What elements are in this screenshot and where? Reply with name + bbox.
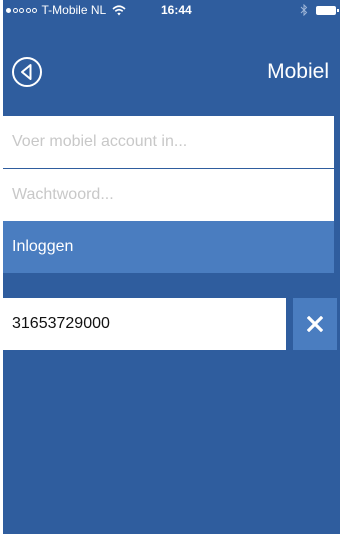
signal-dot <box>19 7 24 13</box>
wifi-icon <box>112 4 126 15</box>
carrier-name: T-Mobile NL <box>41 3 107 17</box>
nav-bar: Mobiel <box>3 50 340 94</box>
saved-account-number[interactable]: 31653729000 <box>3 298 286 350</box>
status-time: 16:44 <box>161 3 192 17</box>
back-button[interactable] <box>11 56 43 88</box>
status-right <box>300 0 339 20</box>
signal-dot <box>25 7 31 13</box>
battery-icon <box>316 5 339 15</box>
signal-dot <box>32 7 37 13</box>
login-button[interactable]: Inloggen <box>3 221 334 273</box>
signal-strength-icon <box>6 7 39 13</box>
password-input[interactable] <box>3 169 334 221</box>
app-screen: T-Mobile NL 16:44 Mobiel Inloggen <box>3 0 340 534</box>
page-title: Mobiel <box>267 60 329 83</box>
login-form: Inloggen <box>3 116 340 273</box>
status-bar: T-Mobile NL 16:44 <box>3 0 340 20</box>
status-left: T-Mobile NL <box>6 0 126 20</box>
close-icon <box>307 316 323 332</box>
back-circle-icon <box>12 57 42 87</box>
bluetooth-icon <box>300 4 308 16</box>
signal-dot <box>12 7 18 13</box>
remove-account-button[interactable] <box>293 298 337 350</box>
signal-dot <box>6 7 11 13</box>
saved-account-row: 31653729000 <box>3 298 340 350</box>
account-input[interactable] <box>3 116 334 168</box>
